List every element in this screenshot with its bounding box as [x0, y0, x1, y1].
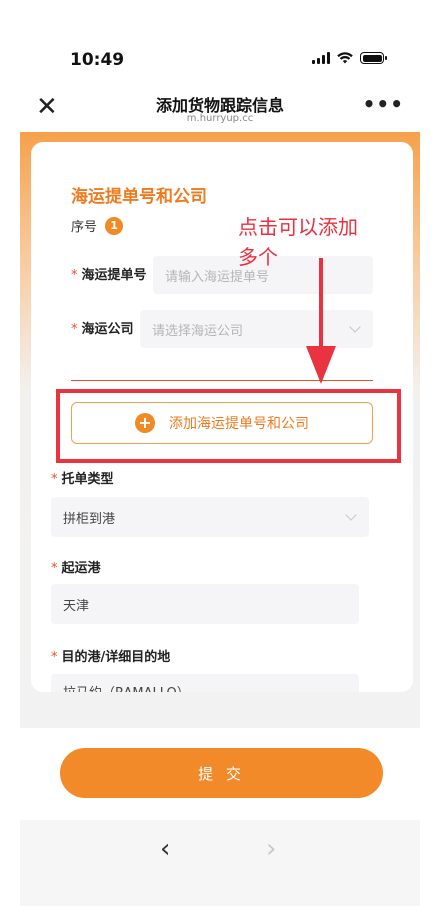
browser-toolbar: ‹ › [20, 820, 420, 906]
required-mark: * [71, 268, 78, 283]
signal-icon [312, 52, 330, 64]
submit-button[interactable]: 提 交 [60, 748, 383, 798]
origin-port-field[interactable]: 天津 [51, 584, 359, 624]
annotation-highlight-box [56, 389, 401, 463]
forward-arrow-icon[interactable]: › [266, 834, 276, 864]
wifi-icon [337, 52, 353, 64]
nav-bar: 添加货物跟踪信息 m.hurryup.cc ✕ ••• [20, 88, 420, 132]
status-icons [312, 52, 387, 64]
status-bar: 10:49 [0, 0, 440, 80]
destination-field[interactable]: 拉马约（RAMALLO） [51, 674, 359, 692]
booking-type-select[interactable]: 拼柜到港 [51, 497, 369, 537]
shipping-company-placeholder: 请选择海运公司 [152, 323, 244, 339]
shipping-company-label: * 海运公司 [71, 322, 134, 337]
required-mark: * [51, 561, 58, 576]
bl-number-label: * 海运提单号 [71, 268, 147, 283]
booking-type-value: 拼柜到港 [63, 511, 116, 527]
origin-port-value: 天津 [63, 598, 90, 614]
status-time: 10:49 [70, 50, 125, 70]
sequence-label: 序号 [71, 220, 98, 235]
required-mark: * [51, 472, 58, 487]
close-icon[interactable]: ✕ [36, 92, 58, 122]
destination-value: 拉马约（RAMALLO） [63, 682, 190, 692]
required-mark: * [71, 322, 78, 337]
battery-icon [360, 52, 387, 64]
page-url: m.hurryup.cc [186, 113, 254, 124]
chevron-down-icon [345, 509, 357, 521]
destination-label: * 目的港/详细目的地 [51, 650, 171, 665]
more-icon[interactable]: ••• [363, 94, 404, 114]
annotation-arrow-icon [306, 258, 336, 384]
back-arrow-icon[interactable]: ‹ [160, 834, 170, 864]
section-title: 海运提单号和公司 [71, 187, 207, 207]
required-mark: * [51, 650, 58, 665]
chevron-down-icon [349, 321, 361, 333]
origin-port-label: * 起运港 [51, 561, 101, 576]
sequence-row: 序号 1 [71, 216, 124, 235]
booking-type-label: * 托单类型 [51, 472, 114, 487]
sequence-badge: 1 [105, 216, 124, 235]
